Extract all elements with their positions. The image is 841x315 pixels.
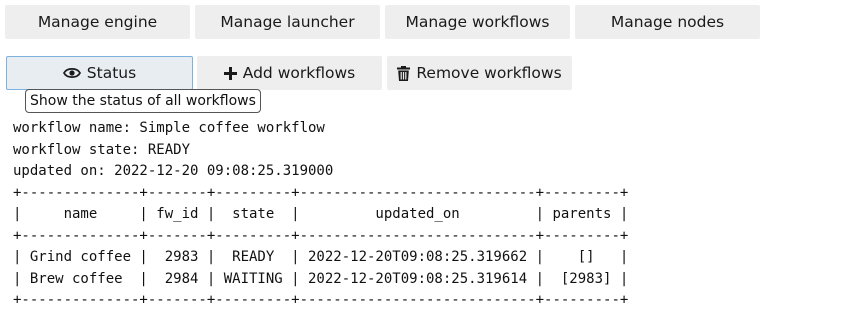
- plus-icon: [223, 66, 237, 80]
- table-row: | Brew coffee | 2984 | WAITING | 2022-12…: [13, 270, 629, 287]
- trash-icon: [397, 65, 411, 81]
- status-output: workflow name: Simple coffee workflow wo…: [13, 118, 628, 312]
- workflow-name-line: workflow name: Simple coffee workflow: [13, 120, 325, 136]
- table-header: | name | fw_id | state | updated_on | pa…: [13, 206, 629, 222]
- table-border-mid: +--------------+-------+---------+------…: [13, 227, 629, 244]
- manage-workflows-button[interactable]: Manage workflows: [385, 5, 570, 39]
- table-border-top: +--------------+-------+---------+------…: [13, 184, 629, 201]
- add-workflows-button-label: Add workflows: [242, 64, 356, 82]
- remove-workflows-button[interactable]: Remove workflows: [387, 56, 572, 90]
- updated-on-line: updated on: 2022-12-20 09:08:25.319000: [13, 163, 334, 179]
- manage-engine-button[interactable]: Manage engine: [5, 5, 190, 39]
- status-button[interactable]: Status: [6, 56, 193, 90]
- add-workflows-button[interactable]: Add workflows: [197, 56, 382, 90]
- eye-icon: [62, 67, 81, 79]
- status-button-label: Status: [86, 64, 137, 82]
- table-border-bottom: +--------------+-------+---------+------…: [13, 292, 629, 308]
- manage-launcher-button[interactable]: Manage launcher: [195, 5, 380, 39]
- status-tooltip: Show the status of all workflows: [25, 89, 261, 113]
- workflow-state-line: workflow state: READY: [13, 141, 191, 158]
- table-row: | Grind coffee | 2983 | READY | 2022-12-…: [13, 249, 629, 265]
- remove-workflows-button-label: Remove workflows: [416, 64, 562, 82]
- manage-nodes-button[interactable]: Manage nodes: [575, 5, 760, 39]
